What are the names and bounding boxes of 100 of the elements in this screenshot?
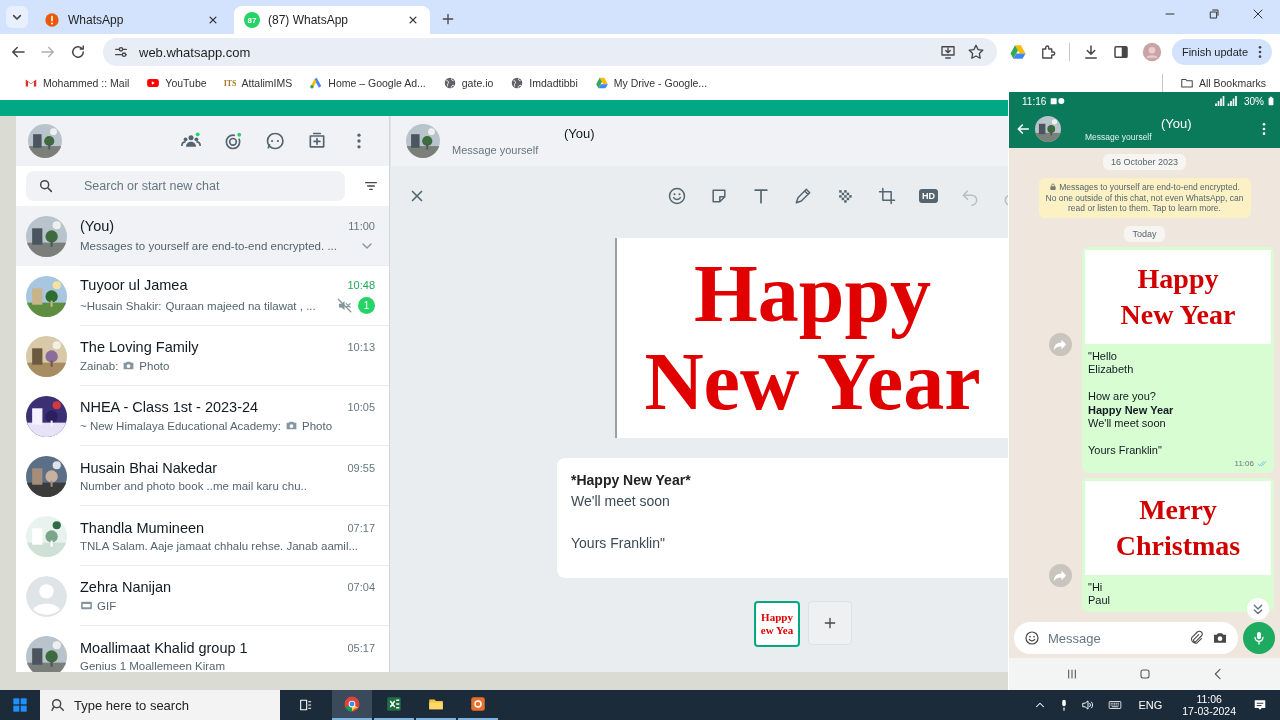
- lock-icon: [1049, 183, 1058, 191]
- search-input[interactable]: Type here to search: [74, 697, 270, 713]
- sticker-icon[interactable]: [709, 186, 729, 206]
- paperclip-icon[interactable]: [1188, 630, 1204, 646]
- chat-time: 07:04: [347, 581, 375, 593]
- taskbar-clock[interactable]: 11:06 17-03-2024: [1182, 693, 1236, 717]
- camera-icon[interactable]: [1212, 630, 1228, 646]
- tab-badge: 87: [244, 12, 260, 28]
- chat-name: Husain Bhai Nakedar: [80, 459, 219, 476]
- emoji-icon[interactable]: [1024, 630, 1040, 646]
- bookmark[interactable]: YouTube: [146, 76, 207, 90]
- tab-search-button[interactable]: [6, 6, 28, 28]
- bookmark[interactable]: gate.io: [442, 76, 494, 90]
- search-field[interactable]: Search or start new chat: [26, 171, 345, 201]
- spreadsheet-icon[interactable]: [385, 695, 403, 713]
- contact-status: Message yourself: [1084, 132, 1153, 142]
- bookmark[interactable]: Imdadtibbi: [510, 76, 578, 90]
- chat-name: Moallimaat Khalid group 1: [80, 639, 249, 656]
- battery-icon: [1268, 96, 1274, 106]
- message-text: We'll meet soon: [1087, 417, 1167, 431]
- caption-line: *Happy New Year*: [571, 471, 692, 490]
- emoji-icon[interactable]: [667, 186, 687, 206]
- chat-row[interactable]: Zehra Nanijan 07:04 GIF: [16, 566, 389, 626]
- crop-icon[interactable]: [877, 186, 897, 206]
- message-text: "Hello: [1087, 349, 1118, 363]
- chat-row[interactable]: Husain Bhai Nakedar 09:55 Number and photo book ..me mail karu chu..: [16, 446, 389, 506]
- bookmark[interactable]: Home – Google Ad...: [309, 76, 426, 90]
- site-info-icon[interactable]: [113, 44, 129, 60]
- encryption-notice[interactable]: Messages to yourself are end-to-end encrypted. No one outside of this chat, not even WhatsApp, can read or listen to them. Tap to learn more.: [1038, 178, 1251, 218]
- voice-message-button[interactable]: [1243, 622, 1275, 654]
- bookmark[interactable]: My Drive - Google...: [594, 76, 708, 90]
- chat-name: (You): [80, 217, 116, 234]
- greeting-text: Merry: [1139, 492, 1217, 527]
- message-text: Yours Franklin": [1087, 443, 1163, 458]
- text-icon[interactable]: [751, 186, 771, 206]
- chat-preview: Photo: [139, 359, 170, 372]
- notifications-icon[interactable]: [1253, 698, 1267, 712]
- bookmark[interactable]: Mohammed :: Mail: [24, 76, 130, 90]
- message-time: 11:06: [1234, 458, 1254, 468]
- chat-time: 07:17: [347, 521, 375, 534]
- channels-icon[interactable]: [265, 131, 285, 151]
- task-view-icon[interactable]: [298, 697, 314, 713]
- message-text: Elizabeth: [1087, 363, 1135, 377]
- message-sender: Zainab:: [80, 359, 119, 372]
- reload-icon[interactable]: [69, 43, 87, 61]
- finish-update-button[interactable]: Finish update: [1171, 39, 1272, 65]
- message-input[interactable]: Message: [1048, 630, 1180, 646]
- caption-field[interactable]: *Happy New Year* We'll meet soon Yours Franklin": [557, 458, 1008, 578]
- speaker-icon[interactable]: [1081, 698, 1096, 712]
- pencil-icon[interactable]: [793, 186, 813, 206]
- new-chat-icon[interactable]: [307, 131, 327, 151]
- folder-icon: [1179, 76, 1194, 90]
- address-bar[interactable]: web.whatsapp.com: [103, 38, 997, 66]
- image-thumbnail[interactable]: Happy ew Yea: [754, 601, 800, 647]
- back-icon[interactable]: [1015, 121, 1031, 137]
- browser-tab[interactable]: WhatsApp: [34, 6, 230, 34]
- scroll-down-icon[interactable]: [1247, 598, 1269, 620]
- windows-icon[interactable]: [12, 697, 28, 713]
- chat-preview: GIF: [97, 599, 117, 612]
- camera-icon: [122, 359, 136, 372]
- all-bookmarks-button[interactable]: All Bookmarks: [1179, 76, 1266, 90]
- chat-time: 09:55: [347, 461, 375, 474]
- date-chip: 16 October 2023: [1102, 154, 1187, 170]
- chat-row[interactable]: NHEA - Class 1st - 2023-24 10:05 ~ New Himalaya Educational Academy: Photo: [16, 386, 389, 446]
- side-panel-icon[interactable]: [1111, 43, 1130, 61]
- notification-icons: [1050, 95, 1067, 107]
- camera-icon: [285, 419, 299, 432]
- chat-time: 05:17: [347, 641, 375, 654]
- browser-tab[interactable]: 87 (87) WhatsApp: [234, 6, 430, 34]
- chat-row[interactable]: Tuyoor ul Jamea 10:48 ~Husain Shakir: Quraan majeed na tilawat , ... 1: [16, 266, 389, 326]
- chat-name: Thandla Mumineen: [80, 519, 206, 536]
- message-field[interactable]: Message: [1014, 622, 1238, 654]
- status-time: 11:16: [1022, 95, 1047, 107]
- chat-time: 10:13: [347, 341, 375, 353]
- chat-row[interactable]: Moallimaat Khalid group 1 05:17 Genius 1 Moallemeen Kiram: [16, 626, 389, 672]
- battery-level: 30%: [1244, 95, 1264, 107]
- language-indicator[interactable]: ENG: [1138, 699, 1163, 711]
- chat-row[interactable]: The Loving Family 10:13 Zainab: Photo: [16, 326, 389, 386]
- drive-icon[interactable]: [1008, 43, 1027, 61]
- chat-preview: TNLA Salam. Aaje jamaat chhalu rehse. Janab aamil...: [80, 539, 359, 552]
- caption-line: Yours Franklin": [571, 534, 666, 553]
- plus-icon[interactable]: [440, 11, 456, 27]
- gif-icon: [80, 599, 93, 612]
- message-text: How are you?: [1087, 389, 1157, 404]
- bookmark[interactable]: ITS AttalimIMS: [223, 77, 293, 89]
- plus-icon: [822, 615, 838, 631]
- status-icon[interactable]: [223, 131, 243, 151]
- chat-name: NHEA - Class 1st - 2023-24: [80, 399, 260, 415]
- taskbar-search-field[interactable]: Type here to search: [40, 690, 280, 720]
- search-input[interactable]: Search or start new chat: [84, 179, 314, 193]
- browser-icon[interactable]: [343, 695, 361, 713]
- chat-preview: Genius 1 Moallemeen Kiram: [80, 659, 226, 672]
- recorder-icon[interactable]: [469, 695, 487, 713]
- install-icon[interactable]: [938, 43, 957, 61]
- chat-row[interactable]: Thandla Mumineen 07:17 TNLA Salam. Aaje jamaat chhalu rehse. Janab aamil...: [16, 506, 389, 566]
- hd-quality-button[interactable]: HD: [919, 189, 938, 203]
- chat-row[interactable]: (You) 11:00 Messages to yourself are end-to-end encrypted. ...: [16, 206, 389, 266]
- star-icon[interactable]: [966, 43, 985, 61]
- chat-name: Tuyoor ul Jamea: [80, 277, 189, 293]
- chat-preview: Quraan majeed na tilawat , ...: [165, 299, 316, 312]
